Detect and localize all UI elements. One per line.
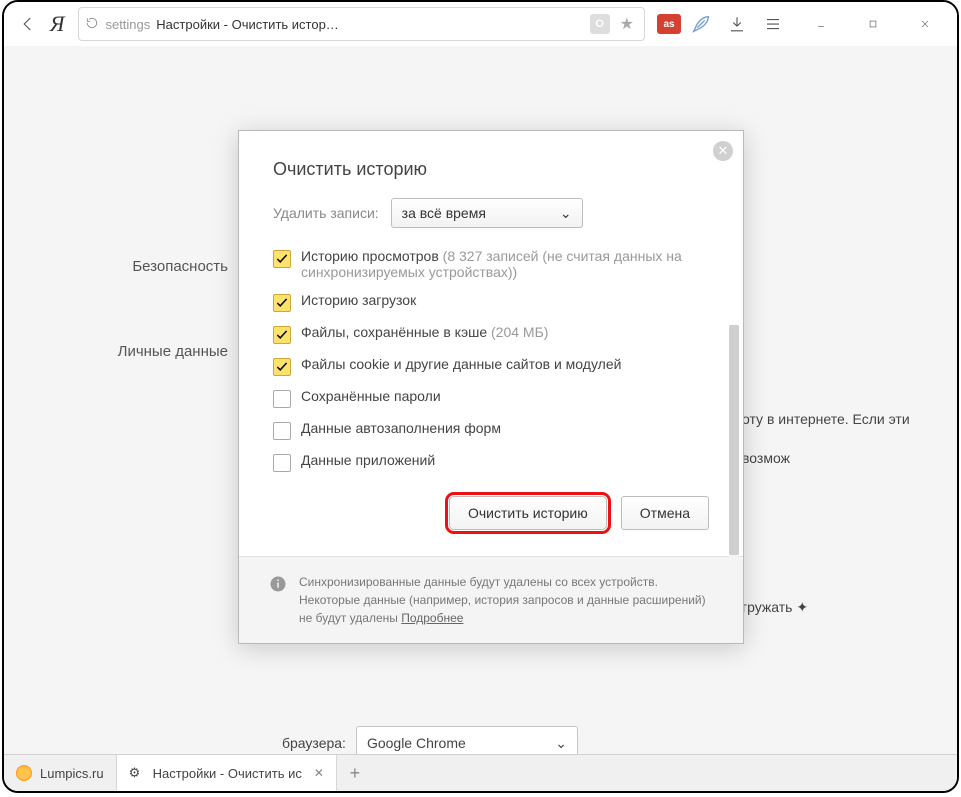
info-icon xyxy=(269,575,287,593)
option-label: Историю загрузок xyxy=(301,292,416,308)
option-label: Данные приложений xyxy=(301,452,435,468)
back-button[interactable] xyxy=(10,6,46,42)
option-label: Данные автозаполнения форм xyxy=(301,420,501,436)
window-minimize[interactable] xyxy=(809,6,833,42)
dialog-scrollbar[interactable] xyxy=(729,325,739,625)
clear-option[interactable]: Файлы cookie и другие данные сайтов и мо… xyxy=(273,350,709,382)
address-segment: settings xyxy=(105,17,150,32)
downloads-button[interactable] xyxy=(719,6,755,42)
menu-button[interactable] xyxy=(755,6,791,42)
checkbox[interactable] xyxy=(273,294,291,312)
bookmark-star-icon[interactable]: ★ xyxy=(620,14,634,34)
import-row: браузера: Google Chrome ⌄ xyxy=(282,726,578,755)
import-browser-select[interactable]: Google Chrome ⌄ xyxy=(356,726,578,755)
option-label: Файлы, сохранённые в кэше xyxy=(301,324,487,340)
chevron-down-icon: ⌄ xyxy=(560,205,572,222)
chevron-down-icon: ⌄ xyxy=(555,735,567,752)
clear-option[interactable]: Историю загрузок xyxy=(273,286,709,318)
address-bar[interactable]: settings Настройки - Очистить истор… O ★ xyxy=(78,7,645,41)
tab-title: Lumpics.ru xyxy=(40,766,104,781)
clear-option[interactable]: Данные приложений xyxy=(273,446,709,478)
checkbox[interactable] xyxy=(273,390,291,408)
time-range-select[interactable]: за всё время ⌄ xyxy=(391,198,583,228)
option-label: Файлы cookie и другие данные сайтов и мо… xyxy=(301,356,621,372)
puzzle-icon: ✦ xyxy=(796,599,808,615)
option-label: Историю просмотров xyxy=(301,248,439,264)
address-title: Настройки - Очистить истор… xyxy=(156,17,583,32)
cancel-button[interactable]: Отмена xyxy=(621,496,709,530)
browser-tab[interactable]: Lumpics.ru xyxy=(4,755,117,791)
tab-bar: Lumpics.ru ⚙ Настройки - Очистить ис ✕ + xyxy=(4,754,957,791)
feather-icon[interactable] xyxy=(683,6,719,42)
checkbox[interactable] xyxy=(273,358,291,376)
gear-icon: ⚙ xyxy=(129,765,145,781)
clear-history-dialog: ✕ Очистить историю Удалить записи: за вс… xyxy=(238,130,744,644)
tab-title: Настройки - Очистить ис xyxy=(153,766,302,781)
clear-history-button[interactable]: Очистить историю xyxy=(449,496,607,530)
yandex-logo[interactable]: Я xyxy=(50,11,64,37)
learn-more-link[interactable]: Подробнее xyxy=(401,611,463,625)
browser-tab[interactable]: ⚙ Настройки - Очистить ис ✕ xyxy=(117,755,337,791)
clear-option[interactable]: Сохранённые пароли xyxy=(273,382,709,414)
sun-icon xyxy=(16,765,32,781)
window-close[interactable] xyxy=(913,6,937,42)
range-label: Удалить записи: xyxy=(273,205,379,221)
dialog-footer: Синхронизированные данные будут удалены … xyxy=(239,556,743,643)
dialog-title: Очистить историю xyxy=(239,159,743,198)
checkbox[interactable] xyxy=(273,422,291,440)
window-maximize[interactable] xyxy=(861,6,885,42)
browser-toolbar: Я settings Настройки - Очистить истор… O… xyxy=(4,2,957,46)
import-label: браузера: xyxy=(282,735,346,751)
new-tab-button[interactable]: + xyxy=(337,755,373,791)
clear-option[interactable]: Файлы, сохранённые в кэше (204 МБ) xyxy=(273,318,709,350)
clear-option[interactable]: Данные автозаполнения форм xyxy=(273,414,709,446)
checkbox[interactable] xyxy=(273,454,291,472)
checkbox[interactable] xyxy=(273,326,291,344)
dialog-close-button[interactable]: ✕ xyxy=(713,141,733,161)
background-text: оту в интернете. Если эти возмож гружать… xyxy=(742,400,957,755)
option-hint: (204 МБ) xyxy=(491,324,548,340)
tab-close-icon[interactable]: ✕ xyxy=(314,766,324,780)
clear-option[interactable]: Историю просмотров (8 327 записей (не сч… xyxy=(273,242,709,286)
sidebar-item-personal[interactable]: Личные данные xyxy=(4,335,264,368)
reload-icon[interactable] xyxy=(85,16,99,33)
sidebar-item-security[interactable]: Безопасность xyxy=(4,250,264,283)
clear-options-list: Историю просмотров (8 327 записей (не сч… xyxy=(239,242,743,478)
protect-badge[interactable]: O xyxy=(590,14,610,34)
extension-badge[interactable]: as xyxy=(657,14,681,34)
option-label: Сохранённые пароли xyxy=(301,388,441,404)
checkbox[interactable] xyxy=(273,250,291,268)
